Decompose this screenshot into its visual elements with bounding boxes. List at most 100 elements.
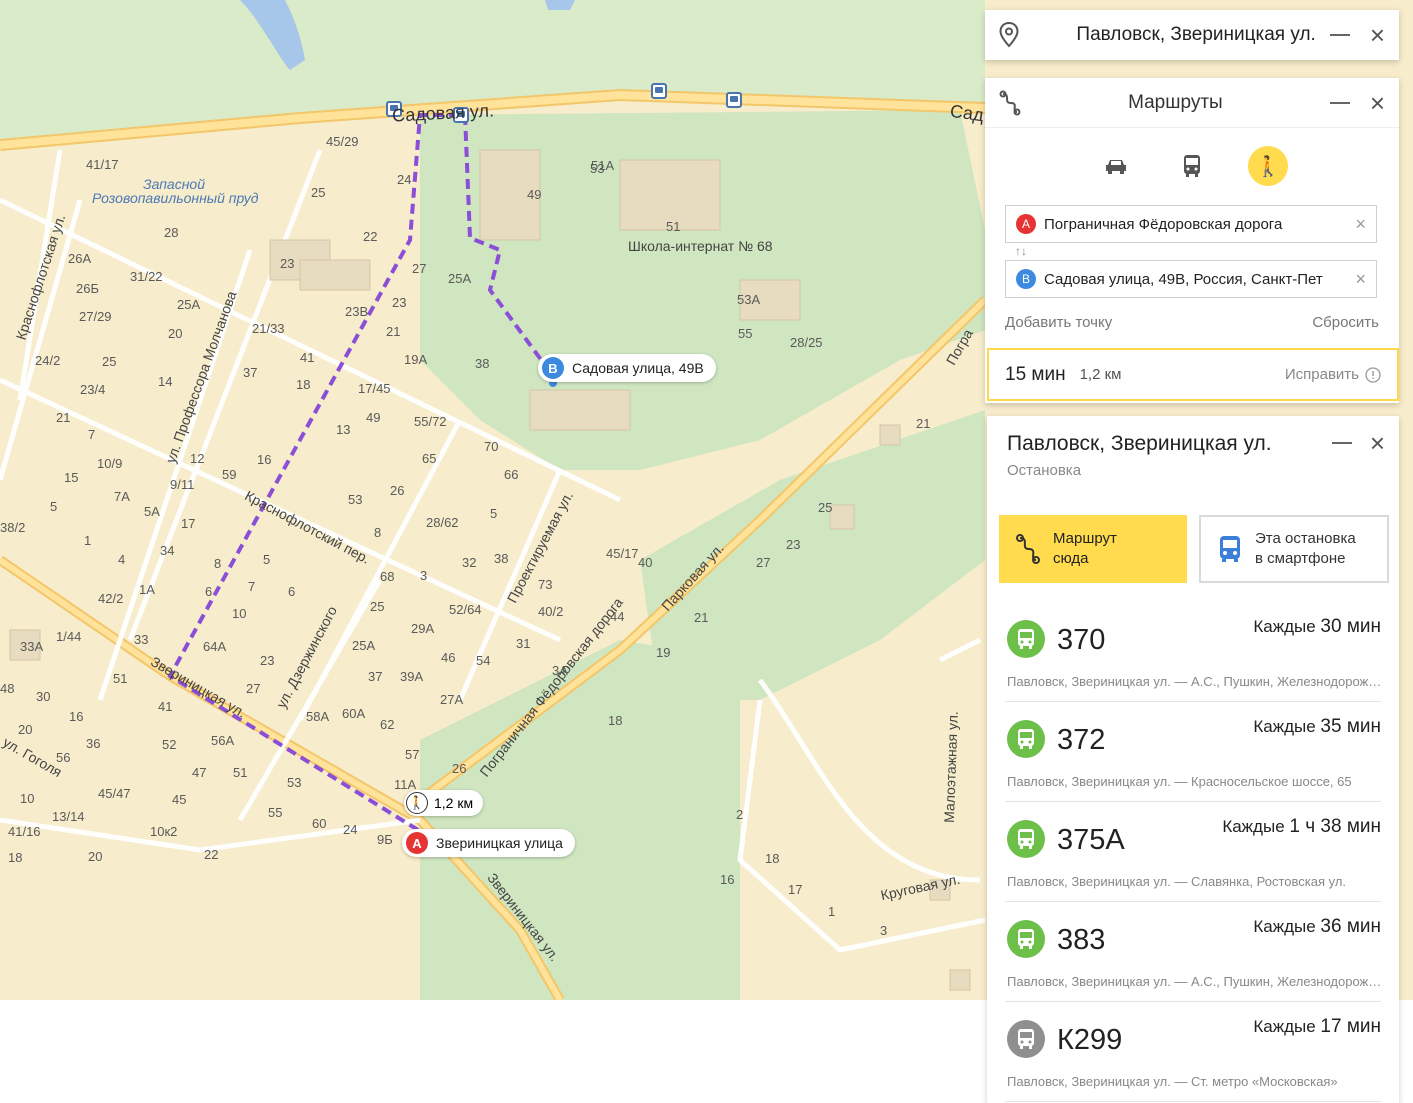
house-number-label: 40 bbox=[638, 555, 653, 570]
minimize-button[interactable] bbox=[1331, 442, 1352, 444]
house-number-label: 5 bbox=[490, 506, 498, 521]
house-number-label: 9/11 bbox=[170, 477, 195, 492]
frequency-label: Каждые bbox=[1253, 917, 1316, 936]
clear-icon[interactable]: × bbox=[1355, 214, 1366, 235]
route-result[interactable]: 15 мин 1,2 км Исправить bbox=[987, 348, 1399, 401]
house-number-label: 8 bbox=[214, 556, 222, 571]
house-number-label: 1 bbox=[828, 904, 836, 919]
house-number-label: 73 bbox=[538, 577, 553, 592]
house-number-label: 3 bbox=[420, 568, 428, 583]
bus-stop-icon[interactable] bbox=[726, 92, 742, 108]
close-button[interactable]: × bbox=[1370, 90, 1385, 116]
point-a-field[interactable]: A Пограничная Фёдоровская дорога × bbox=[1005, 205, 1377, 243]
house-number-label: 17 bbox=[788, 882, 803, 897]
route-here-line1: Маршрут bbox=[1053, 529, 1117, 547]
minimize-button[interactable] bbox=[1329, 101, 1350, 104]
house-number-label: 49 bbox=[366, 410, 381, 425]
stop-subtitle: Остановка bbox=[1007, 462, 1082, 479]
swap-points-button[interactable]: ↑↓ bbox=[1015, 244, 1027, 258]
house-number-label: 7 bbox=[88, 427, 96, 442]
house-number-label: 20 bbox=[88, 849, 103, 864]
house-number-label: 46 bbox=[441, 650, 456, 665]
house-number-label: 5 bbox=[50, 499, 58, 514]
transit-route-row[interactable]: 370 Каждые 30 мин Павловск, Звериницкая ул… bbox=[1005, 602, 1385, 702]
house-number-label: 32 bbox=[462, 555, 477, 570]
house-number-label: 41/17 bbox=[86, 157, 119, 172]
street-label: Сад bbox=[948, 100, 985, 126]
school-label: Школа-интернат № 68 bbox=[628, 238, 773, 254]
bus-icon bbox=[1007, 1020, 1045, 1058]
reset-link[interactable]: Сбросить bbox=[1312, 314, 1379, 331]
bus-icon bbox=[1007, 720, 1045, 758]
add-point-link[interactable]: Добавить точку bbox=[1005, 314, 1112, 331]
route-time: 15 мин bbox=[1005, 363, 1066, 385]
house-number-label: 53 bbox=[348, 492, 363, 507]
fix-link[interactable]: Исправить bbox=[1285, 366, 1381, 383]
house-number-label: 18 bbox=[765, 851, 780, 866]
route-here-button[interactable]: Маршрут сюда bbox=[999, 515, 1187, 583]
house-number-label: 41/16 bbox=[8, 824, 41, 839]
minimize-button[interactable] bbox=[1329, 34, 1350, 36]
house-number-label: 38/2 bbox=[0, 520, 26, 535]
route-frequency: Каждые 35 мин bbox=[1253, 716, 1381, 738]
mode-car-button[interactable] bbox=[1096, 146, 1136, 186]
frequency-value: 35 мин bbox=[1320, 716, 1381, 737]
route-path: Павловск, Звериницкая ул. — Ст. метро «М… bbox=[1007, 1074, 1338, 1089]
house-number-label: 23 bbox=[786, 537, 801, 552]
mode-walk-button[interactable]: 🚶 bbox=[1248, 146, 1288, 186]
house-number-label: 7 bbox=[248, 579, 256, 594]
transit-route-row[interactable]: 372 Каждые 35 мин Павловск, Звериницкая ул… bbox=[1005, 702, 1381, 802]
house-number-label: 13/14 bbox=[52, 809, 85, 824]
route-start-pin[interactable]: A Звериницкая улица bbox=[402, 829, 575, 857]
house-number-label: 21 bbox=[916, 416, 931, 431]
frequency-value: 36 мин bbox=[1320, 916, 1381, 937]
house-number-label: 24 bbox=[343, 822, 358, 837]
street-label: Малоэтажная ул. bbox=[940, 710, 961, 824]
house-number-label: 18 bbox=[296, 377, 311, 392]
house-number-label: 18 bbox=[8, 850, 23, 865]
point-a-badge: A bbox=[1016, 214, 1036, 234]
close-button[interactable]: × bbox=[1370, 22, 1385, 48]
house-number-label: 47 bbox=[192, 765, 207, 780]
mode-transit-button[interactable] bbox=[1172, 146, 1212, 186]
house-number-label: 27 bbox=[246, 681, 261, 696]
house-number-label: 37 bbox=[368, 669, 383, 684]
house-number-label: 17/45 bbox=[358, 381, 391, 396]
route-end-pin[interactable]: B Садовая улица, 49В bbox=[538, 354, 716, 382]
house-number-label: 52/64 bbox=[449, 602, 482, 617]
house-number-label: 34 bbox=[160, 543, 175, 558]
point-b-field[interactable]: B Садовая улица, 49В, Россия, Санкт-Пет … bbox=[1005, 260, 1377, 298]
house-number-label: 26 bbox=[390, 483, 405, 498]
house-number-label: 45/29 bbox=[326, 134, 359, 149]
frequency-value: 1 ч 38 мин bbox=[1289, 816, 1381, 837]
house-number-label: 23 bbox=[392, 295, 407, 310]
house-number-label: 23/4 bbox=[80, 382, 106, 397]
house-number-label: 10/9 bbox=[97, 456, 123, 471]
route-frequency: Каждые 36 мин bbox=[1253, 916, 1381, 938]
transit-route-row[interactable]: 383 Каждые 36 мин Павловск, Звериницкая ул… bbox=[1005, 902, 1385, 1002]
house-number-label: 45/47 bbox=[98, 786, 131, 801]
transit-route-row[interactable]: 375А Каждые 1 ч 38 мин Павловск, Звериницк… bbox=[1005, 802, 1381, 902]
route-number: 372 bbox=[1057, 724, 1106, 756]
house-number-label: 66 bbox=[504, 467, 519, 482]
house-number-label: 38 bbox=[494, 551, 509, 566]
house-number-label: 26 bbox=[452, 761, 467, 776]
house-number-label: 22 bbox=[363, 229, 378, 244]
route-distance-pill[interactable]: 🚶 1,2 км bbox=[404, 790, 484, 816]
transit-route-row[interactable]: К299 Каждые 17 мин Павловск, Звериницкая у… bbox=[1005, 1002, 1381, 1102]
bus-icon bbox=[1220, 536, 1240, 562]
house-number-label: 5 bbox=[263, 552, 271, 567]
close-button[interactable]: × bbox=[1370, 430, 1385, 456]
house-number-label: 52 bbox=[162, 737, 177, 752]
house-number-label: 21/33 bbox=[252, 321, 285, 336]
house-number-label: 27 bbox=[412, 261, 427, 276]
panel-title: Павловск, Звериницкая ул. bbox=[1076, 24, 1316, 45]
house-number-label: 27А bbox=[440, 692, 464, 707]
bus-icon bbox=[1184, 155, 1200, 177]
bus-stop-icon[interactable] bbox=[651, 83, 667, 99]
send-to-phone-button[interactable]: Эта остановка в смартфоне bbox=[1199, 515, 1389, 583]
house-number-label: 7А bbox=[114, 489, 130, 504]
house-number-label: 54 bbox=[476, 653, 491, 668]
clear-icon[interactable]: × bbox=[1355, 269, 1366, 290]
route-number: 370 bbox=[1057, 624, 1106, 656]
